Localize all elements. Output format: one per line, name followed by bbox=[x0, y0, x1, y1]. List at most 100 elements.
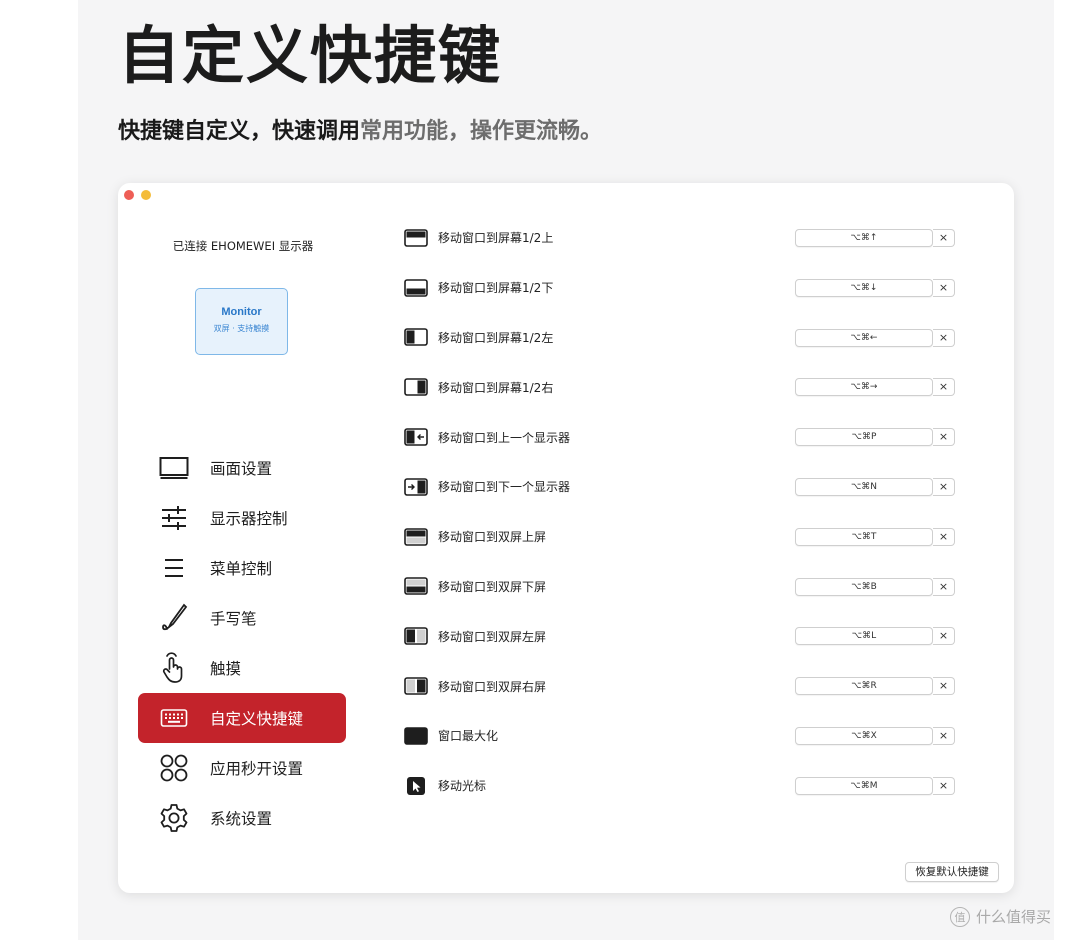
gear-icon bbox=[138, 803, 210, 833]
hero-title: 自定义快捷键 bbox=[118, 19, 503, 92]
close-window-button[interactable] bbox=[124, 190, 134, 200]
sidebar-item-touch[interactable]: 触摸 bbox=[138, 643, 346, 693]
shortcut-row: 移动窗口到屏幕1/2下 ⌥⌘↓ × bbox=[403, 263, 963, 313]
window-bottom-half-icon bbox=[403, 278, 429, 298]
shortcut-clear-button[interactable]: × bbox=[933, 378, 955, 397]
shortcut-label: 移动窗口到屏幕1/2右 bbox=[438, 380, 554, 395]
sliders-icon bbox=[138, 505, 210, 531]
window-right-half-icon bbox=[403, 377, 429, 397]
keyboard-icon bbox=[138, 708, 210, 728]
dual-bottom-screen-icon bbox=[403, 576, 429, 596]
cursor-icon bbox=[403, 776, 429, 796]
touch-hand-icon bbox=[138, 652, 210, 684]
sidebar-item-label: 系统设置 bbox=[210, 810, 273, 828]
watermark-logo: 值 bbox=[950, 906, 970, 927]
apps-grid-icon bbox=[138, 753, 210, 783]
sidebar-nav: 画面设置 显示器控制 菜单控制 手写笔 触摸 自定义快捷键 应用秒开设置 系统设… bbox=[138, 443, 346, 843]
shortcut-key-field[interactable]: ⌥⌘← bbox=[795, 328, 933, 347]
shortcut-clear-button[interactable]: × bbox=[933, 328, 955, 347]
shortcut-label: 移动窗口到屏幕1/2下 bbox=[438, 281, 554, 296]
watermark-text: 什么值得买 bbox=[976, 908, 1052, 926]
shortcut-clear-button[interactable]: × bbox=[933, 527, 955, 546]
hero-subtitle-dark: 快捷键自定义，快速调用 bbox=[118, 119, 361, 144]
hero-subtitle: 快捷键自定义，快速调用常用功能，操作更流畅。 bbox=[118, 116, 602, 148]
window-left-half-icon bbox=[403, 327, 429, 347]
monitor-card-subtitle: 双屏 · 支持触摸 bbox=[213, 324, 270, 333]
shortcut-row: 移动窗口到屏幕1/2右 ⌥⌘→ × bbox=[403, 362, 963, 412]
monitor-card[interactable]: Monitor 双屏 · 支持触摸 bbox=[195, 288, 288, 355]
window-maximize-icon bbox=[403, 726, 429, 746]
shortcut-label: 移动窗口到双屏左屏 bbox=[438, 629, 547, 644]
shortcut-row: 移动窗口到屏幕1/2左 ⌥⌘← × bbox=[403, 313, 963, 363]
menu-icon bbox=[138, 557, 210, 579]
shortcut-key-field[interactable]: ⌥⌘↑ bbox=[795, 229, 933, 247]
shortcut-row: 移动窗口到双屏右屏 ⌥⌘R × bbox=[403, 661, 963, 711]
reset-defaults-button[interactable]: 恢复默认快捷键 bbox=[905, 862, 999, 882]
shortcut-clear-button[interactable]: × bbox=[933, 677, 955, 696]
sidebar-item-stylus[interactable]: 手写笔 bbox=[138, 593, 346, 643]
connection-status: 已连接 EHOMEWEI 显示器 bbox=[172, 239, 314, 253]
shortcut-label: 移动窗口到屏幕1/2左 bbox=[438, 330, 554, 345]
shortcut-clear-button[interactable]: × bbox=[933, 726, 955, 745]
shortcut-key-field[interactable]: ⌥⌘P bbox=[795, 428, 933, 447]
sidebar-item-label: 自定义快捷键 bbox=[210, 710, 304, 728]
sidebar-item-menu-control[interactable]: 菜单控制 bbox=[138, 543, 346, 593]
shortcut-row: 移动窗口到屏幕1/2上 ⌥⌘↑ × bbox=[403, 213, 963, 263]
window-top-half-icon bbox=[403, 228, 429, 248]
dual-right-screen-icon bbox=[403, 676, 429, 696]
shortcut-key-field[interactable]: ⌥⌘X bbox=[795, 726, 933, 745]
shortcut-row: 移动光标 ⌥⌘M × bbox=[403, 761, 963, 811]
sidebar-item-label: 手写笔 bbox=[210, 610, 257, 628]
sidebar-item-quick-launch[interactable]: 应用秒开设置 bbox=[138, 743, 346, 793]
shortcut-label: 移动窗口到下一个显示器 bbox=[438, 480, 571, 495]
shortcut-clear-button[interactable]: × bbox=[933, 278, 955, 297]
shortcut-label: 移动窗口到双屏右屏 bbox=[438, 679, 547, 694]
shortcut-key-field[interactable]: ⌥⌘→ bbox=[795, 378, 933, 397]
sidebar-item-system-settings[interactable]: 系统设置 bbox=[138, 793, 346, 843]
sidebar-item-label: 显示器控制 bbox=[210, 510, 288, 528]
shortcut-key-field[interactable]: ⌥⌘L bbox=[795, 627, 933, 646]
shortcut-label: 移动窗口到双屏下屏 bbox=[438, 579, 547, 594]
sidebar-item-label: 画面设置 bbox=[210, 460, 273, 478]
shortcut-clear-button[interactable]: × bbox=[933, 428, 955, 447]
pen-icon bbox=[138, 603, 210, 633]
shortcut-row: 移动窗口到双屏左屏 ⌥⌘L × bbox=[403, 611, 963, 661]
sidebar-item-label: 菜单控制 bbox=[210, 560, 273, 578]
shortcut-label: 窗口最大化 bbox=[438, 729, 499, 744]
shortcut-row: 移动窗口到双屏下屏 ⌥⌘B × bbox=[403, 562, 963, 612]
watermark: 值 什么值得买 bbox=[950, 906, 1051, 927]
hero-subtitle-gray: 常用功能，操作更流畅。 bbox=[360, 119, 603, 144]
app-window: 已连接 EHOMEWEI 显示器 Monitor 双屏 · 支持触摸 画面设置 … bbox=[118, 183, 1014, 893]
shortcut-clear-button[interactable]: × bbox=[933, 477, 955, 496]
dual-left-screen-icon bbox=[403, 626, 429, 646]
shortcut-clear-button[interactable]: × bbox=[933, 577, 955, 596]
shortcut-list: 移动窗口到屏幕1/2上 ⌥⌘↑ × 移动窗口到屏幕1/2下 ⌥⌘↓ × 移动窗口… bbox=[403, 213, 963, 811]
shortcut-label: 移动窗口到屏幕1/2上 bbox=[438, 231, 554, 246]
minimize-window-button[interactable] bbox=[141, 190, 151, 200]
shortcut-row: 移动窗口到双屏上屏 ⌥⌘T × bbox=[403, 512, 963, 562]
monitor-card-title: Monitor bbox=[221, 306, 262, 318]
window-next-display-icon bbox=[403, 477, 429, 497]
sidebar-item-display-settings[interactable]: 画面设置 bbox=[138, 443, 346, 493]
shortcut-key-field[interactable]: ⌥⌘B bbox=[795, 577, 933, 596]
shortcut-key-field[interactable]: ⌥⌘T bbox=[795, 527, 933, 546]
window-prev-display-icon bbox=[403, 427, 429, 447]
shortcut-label: 移动光标 bbox=[438, 779, 487, 794]
shortcut-clear-button[interactable]: × bbox=[933, 229, 955, 247]
sidebar-item-monitor-control[interactable]: 显示器控制 bbox=[138, 493, 346, 543]
shortcut-key-field[interactable]: ⌥⌘R bbox=[795, 677, 933, 696]
dual-top-screen-icon bbox=[403, 527, 429, 547]
shortcut-key-field[interactable]: ⌥⌘↓ bbox=[795, 278, 933, 297]
shortcut-clear-button[interactable]: × bbox=[933, 627, 955, 646]
shortcut-label: 移动窗口到上一个显示器 bbox=[438, 430, 571, 445]
shortcut-row: 移动窗口到上一个显示器 ⌥⌘P × bbox=[403, 412, 963, 462]
sidebar-item-label: 触摸 bbox=[210, 660, 242, 678]
shortcut-row: 移动窗口到下一个显示器 ⌥⌘N × bbox=[403, 462, 963, 512]
shortcut-row: 窗口最大化 ⌥⌘X × bbox=[403, 711, 963, 761]
shortcut-clear-button[interactable]: × bbox=[933, 776, 955, 795]
sidebar-item-custom-shortcuts[interactable]: 自定义快捷键 bbox=[138, 693, 346, 743]
sidebar-item-label: 应用秒开设置 bbox=[210, 760, 304, 778]
shortcut-label: 移动窗口到双屏上屏 bbox=[438, 530, 547, 545]
shortcut-key-field[interactable]: ⌥⌘N bbox=[795, 477, 933, 496]
shortcut-key-field[interactable]: ⌥⌘M bbox=[795, 776, 933, 795]
